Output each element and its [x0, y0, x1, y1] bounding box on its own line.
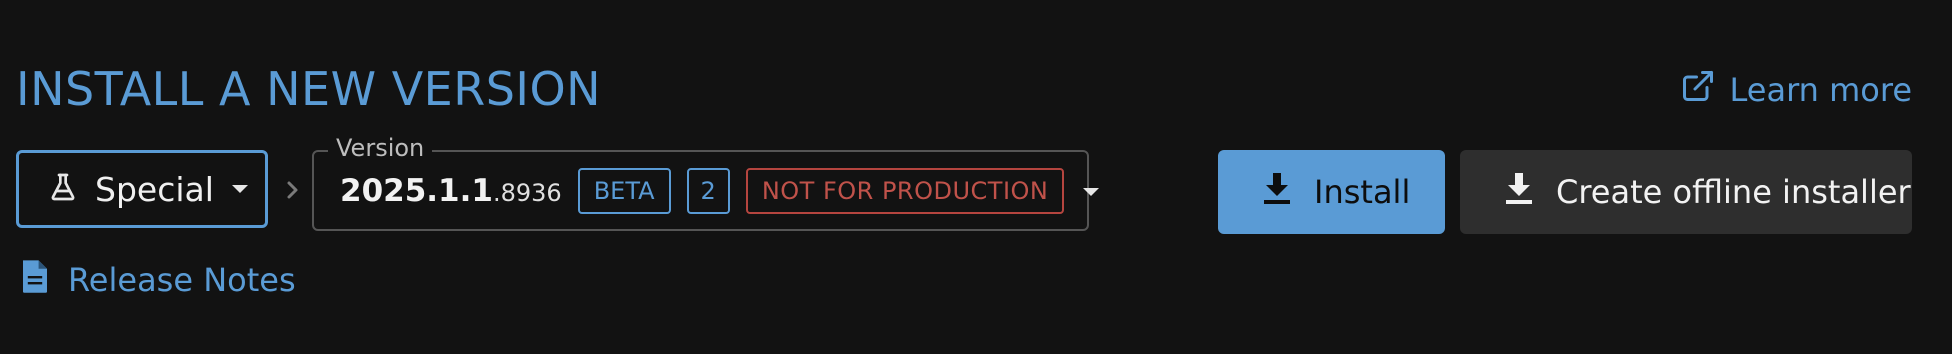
- version-row: 2025.1.1 .8936 BETA 2 NOT FOR PRODUCTION: [340, 168, 1100, 214]
- page-title: INSTALL A NEW VERSION: [16, 62, 602, 116]
- learn-more-label: Learn more: [1729, 71, 1913, 109]
- install-version-panel: INSTALL A NEW VERSION Learn more Special: [0, 0, 1952, 354]
- version-build-number: .8936: [492, 179, 562, 207]
- version-number: 2025.1.1: [340, 173, 493, 209]
- release-notes-label: Release Notes: [68, 261, 296, 299]
- release-notes-link[interactable]: Release Notes: [20, 258, 296, 302]
- install-label: Install: [1314, 173, 1411, 211]
- not-for-production-badge: NOT FOR PRODUCTION: [745, 168, 1065, 214]
- chevron-down-icon: [230, 180, 250, 199]
- document-icon: [20, 258, 50, 302]
- download-icon: [1504, 171, 1534, 213]
- download-icon: [1262, 171, 1292, 213]
- chevron-down-icon: [1080, 184, 1102, 198]
- channel-selected-value: Special: [95, 169, 214, 209]
- external-link-icon: [1680, 68, 1716, 112]
- channel-dropdown[interactable]: Special: [16, 150, 268, 228]
- beta-badge: BETA: [577, 168, 671, 214]
- install-button[interactable]: Install: [1218, 150, 1445, 234]
- offline-installer-label: Create offline installer: [1556, 173, 1911, 211]
- learn-more-link[interactable]: Learn more: [1680, 68, 1913, 112]
- flask-icon: [47, 171, 79, 207]
- chevron-right-icon: [283, 178, 303, 202]
- count-badge: 2: [686, 168, 730, 214]
- version-legend: Version: [328, 134, 433, 162]
- version-dropdown[interactable]: Version 2025.1.1 .8936 BETA 2 NOT FOR PR…: [312, 134, 1100, 231]
- create-offline-installer-button[interactable]: Create offline installer: [1460, 150, 1912, 234]
